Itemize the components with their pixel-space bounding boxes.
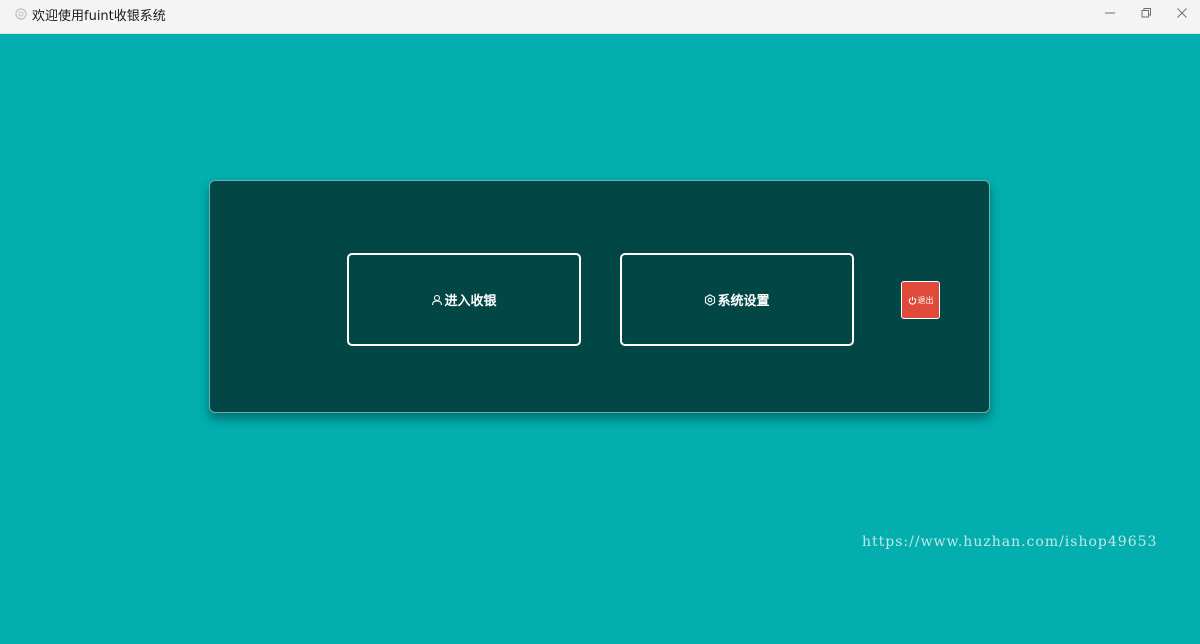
app-window: 欢迎使用fuint收银系统 进入收银 系统设置 退出 https://www.h… [0, 0, 1200, 644]
minimize-button[interactable] [1090, 0, 1130, 26]
window-title: 欢迎使用fuint收银系统 [32, 9, 166, 24]
system-settings-button[interactable]: 系统设置 [620, 253, 854, 346]
restore-icon [1141, 8, 1151, 18]
close-icon [1177, 8, 1187, 18]
main-panel: 进入收银 系统设置 退出 [209, 180, 990, 413]
enter-cashier-label: 进入收银 [444, 294, 497, 309]
app-logo-icon [14, 6, 28, 20]
close-button[interactable] [1162, 0, 1200, 26]
exit-button[interactable]: 退出 [901, 281, 940, 319]
minimize-icon [1105, 12, 1115, 14]
power-icon [908, 296, 917, 305]
title-bar[interactable]: 欢迎使用fuint收银系统 [0, 0, 1200, 34]
watermark-text: https://www.huzhan.com/ishop49653 [862, 534, 1158, 550]
enter-cashier-button[interactable]: 进入收银 [347, 253, 581, 346]
user-icon [431, 294, 443, 306]
system-settings-label: 系统设置 [717, 294, 770, 309]
restore-button[interactable] [1126, 0, 1166, 26]
exit-label: 退出 [917, 295, 934, 305]
gear-icon [704, 293, 716, 306]
